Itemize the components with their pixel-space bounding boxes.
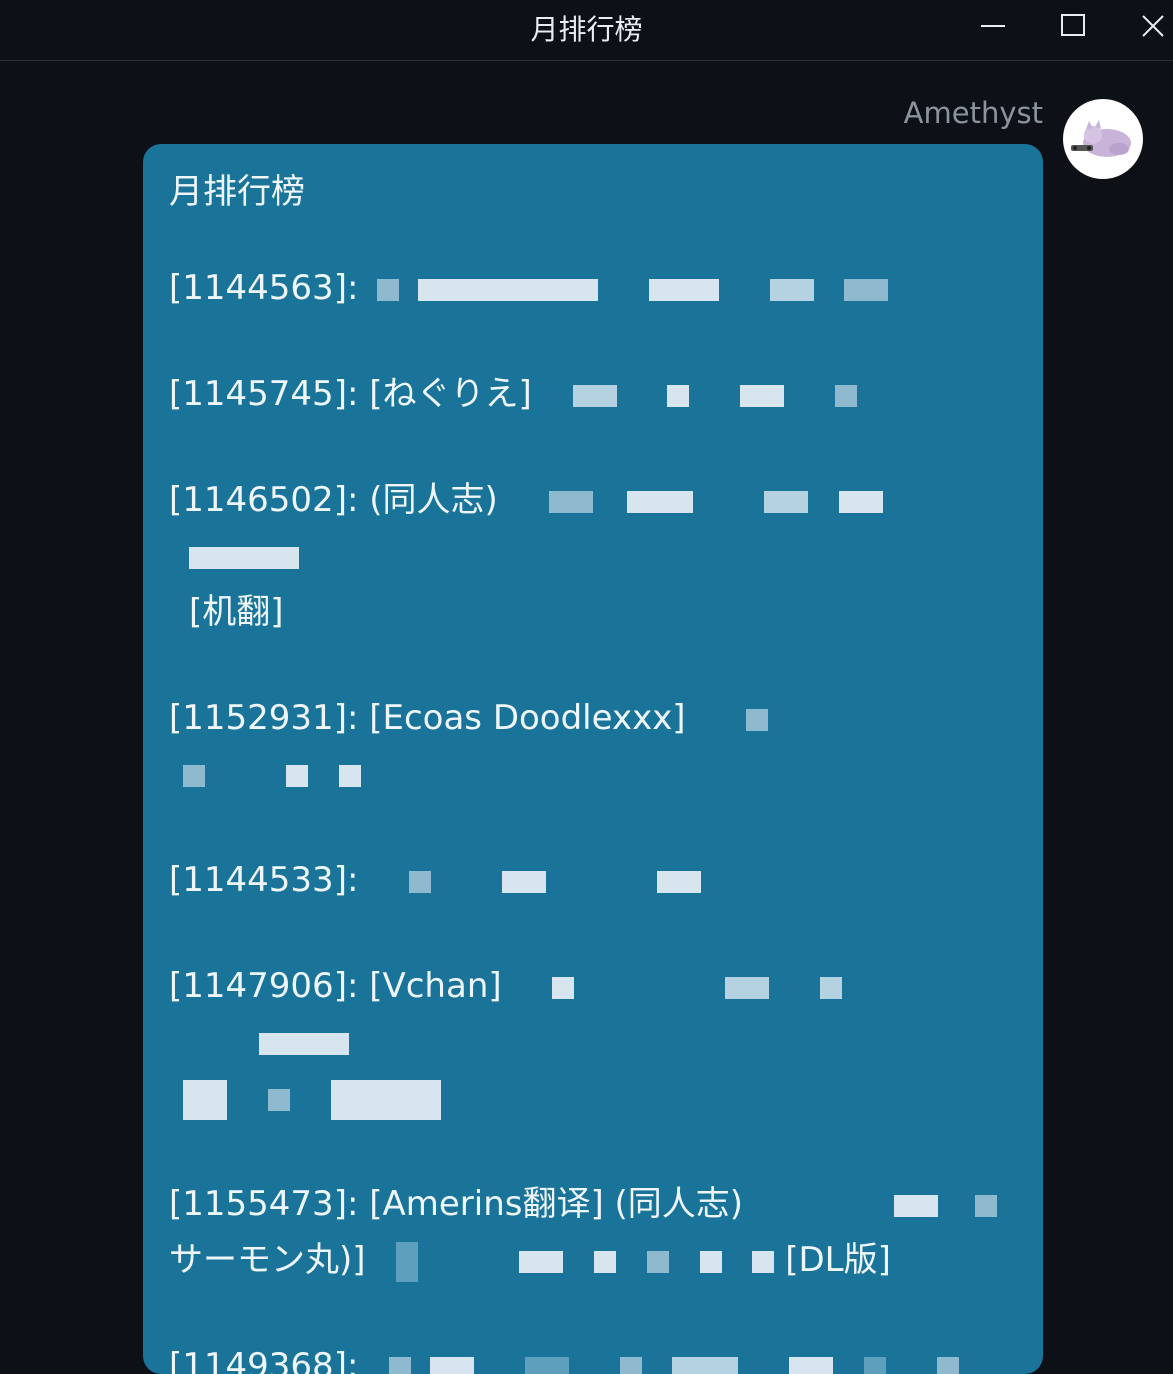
- redacted-block: [519, 1251, 563, 1273]
- redacted-block: [259, 1033, 349, 1055]
- redacted-block: [657, 871, 701, 893]
- redacted-block: [667, 385, 689, 407]
- redacted-block: [286, 765, 308, 787]
- list-item[interactable]: [1146502]: (同人志) [机翻]: [169, 472, 1017, 640]
- entry-text-continued: サーモン丸)]: [169, 1240, 366, 1280]
- redacted-block: [331, 1080, 441, 1120]
- redacted-block: [752, 1251, 774, 1273]
- redacted-block: [839, 491, 883, 513]
- redacted-block: [672, 1357, 738, 1374]
- entry-text: [1147906]: [Vchan]: [169, 966, 502, 1006]
- redacted-block: [389, 1357, 411, 1374]
- redacted-block: [430, 1357, 474, 1374]
- redacted-block: [627, 491, 693, 513]
- redacted-block: [552, 977, 574, 999]
- redacted-block: [746, 709, 768, 731]
- close-icon: [1140, 13, 1166, 39]
- redacted-block: [740, 385, 784, 407]
- redacted-block: [864, 1357, 886, 1374]
- redacted-block: [820, 977, 842, 999]
- redacted-block: [770, 279, 814, 301]
- redacted-block: [649, 279, 719, 301]
- redacted-block: [183, 765, 205, 787]
- redacted-block: [189, 547, 299, 569]
- redacted-block: [700, 1251, 722, 1273]
- entry-text: [1144563]:: [169, 268, 358, 308]
- entry-text: [1146502]: (同人志): [169, 480, 498, 520]
- entry-text: [1149368]:: [169, 1346, 358, 1374]
- message-bubble: 月排行榜 [1144563]: [1145745]: [ねぐりえ] [11465…: [143, 144, 1043, 1374]
- redacted-block: [620, 1357, 642, 1374]
- redacted-block: [502, 871, 546, 893]
- maximize-icon: [1060, 13, 1086, 39]
- redacted-block: [844, 279, 888, 301]
- redacted-block: [835, 385, 857, 407]
- redacted-block: [725, 977, 769, 999]
- minimize-button[interactable]: [963, 0, 1023, 52]
- list-item[interactable]: [1152931]: [Ecoas Doodlexxx]: [169, 690, 1017, 802]
- entry-text: [1152931]: [Ecoas Doodlexxx]: [169, 698, 686, 738]
- list-item[interactable]: [1144563]:: [169, 260, 1017, 316]
- redacted-block: [183, 1080, 227, 1120]
- entry-text: [1144533]:: [169, 860, 358, 900]
- redacted-block: [409, 871, 431, 893]
- entry-text: [1145745]: [ねぐりえ]: [169, 374, 532, 414]
- redacted-block: [647, 1251, 669, 1273]
- redacted-block: [549, 491, 593, 513]
- title-bar: 月排行榜: [0, 0, 1173, 61]
- sender-name: Amethyst: [904, 96, 1043, 130]
- avatar[interactable]: [1063, 99, 1143, 179]
- redacted-block: [396, 1242, 418, 1282]
- redacted-block: [764, 491, 808, 513]
- entry-text-continued: [机翻]: [169, 592, 284, 632]
- list-item[interactable]: [1144533]:: [169, 852, 1017, 908]
- message-title: 月排行榜: [169, 168, 1017, 216]
- redacted-block: [594, 1251, 616, 1273]
- list-item[interactable]: [1149368]:: [169, 1338, 1017, 1374]
- redacted-block: [339, 765, 361, 787]
- minimize-icon: [980, 13, 1006, 39]
- list-item[interactable]: [1145745]: [ねぐりえ]: [169, 366, 1017, 422]
- entry-text: [1155473]: [Amerins翻译] (同人志): [169, 1184, 743, 1224]
- redacted-block: [975, 1195, 997, 1217]
- redacted-block: [377, 279, 399, 301]
- list-item[interactable]: [1155473]: [Amerins翻译] (同人志) サーモン丸)] [DL…: [169, 1176, 1017, 1288]
- redacted-block: [937, 1357, 959, 1374]
- redacted-block: [789, 1357, 833, 1374]
- redacted-block: [894, 1195, 938, 1217]
- redacted-block: [525, 1357, 569, 1374]
- redacted-block: [573, 385, 617, 407]
- cat-avatar-icon: [1063, 164, 1143, 179]
- entry-text-tail: [DL版]: [785, 1240, 891, 1280]
- close-button[interactable]: [1123, 0, 1173, 52]
- redacted-block: [418, 279, 598, 301]
- redacted-block: [268, 1089, 290, 1111]
- maximize-button[interactable]: [1043, 0, 1103, 52]
- list-item[interactable]: [1147906]: [Vchan]: [169, 958, 1017, 1126]
